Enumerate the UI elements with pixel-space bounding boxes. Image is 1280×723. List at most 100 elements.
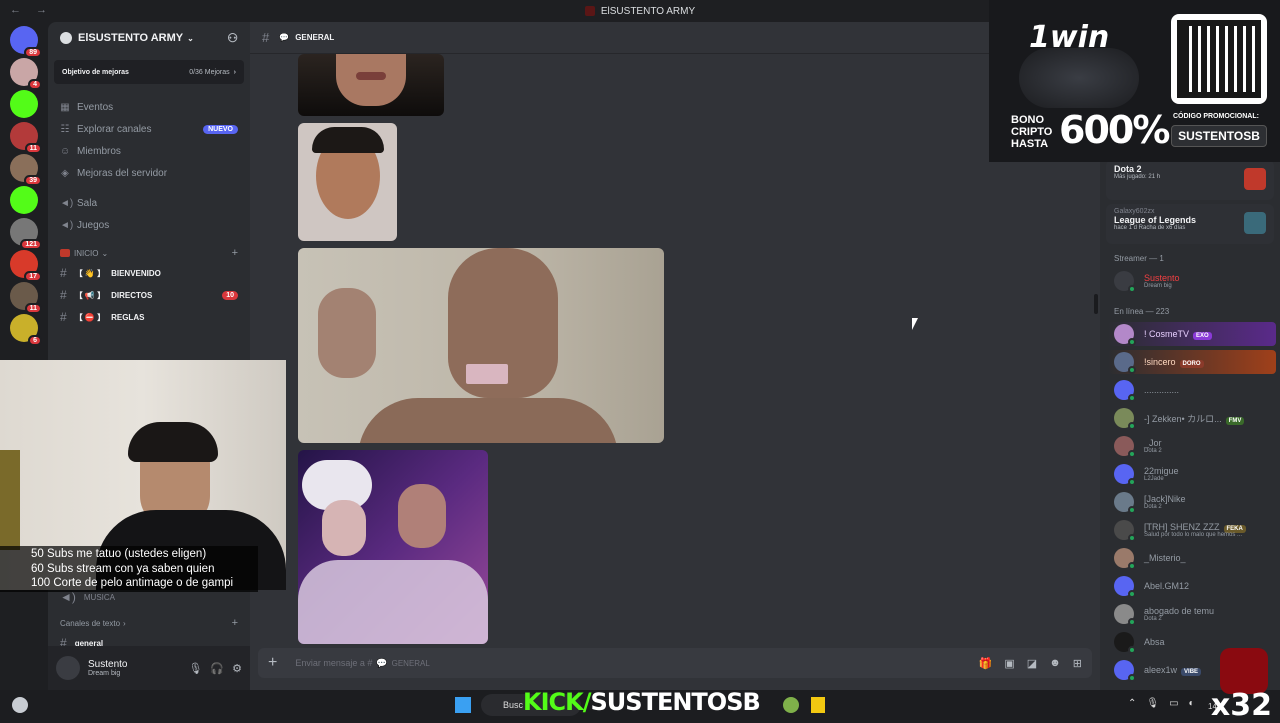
boost-goal-count: 0/36 Mejoras [189,68,230,76]
mouse-cursor [912,318,918,330]
server-icon[interactable]: 89 [10,26,42,58]
headphones-icon[interactable]: 🎧 [210,662,224,675]
boost-goal[interactable]: Objetivo de mejoras 0/36 Mejoras › [54,60,244,84]
app-icon[interactable] [783,697,799,713]
clan-tag: FMV [1225,416,1245,425]
status-dot [1128,562,1136,570]
server-icon[interactable]: 4 [10,58,42,90]
chevron-right-icon: › [233,68,236,76]
sidebar-item-miembros[interactable]: ☺ Miembros [48,140,250,162]
message-composer[interactable]: + Enviar mensaje a # 💬 GENERAL 🎁 ▣ ◪ ☻ ⊞ [258,648,1092,678]
member-row[interactable]: Abel.GM12 [1100,572,1280,600]
channel-label: DIRECTOS [111,290,153,300]
nav-arrows[interactable]: ← → [10,4,53,16]
member-row[interactable]: _Jor Dota 2 [1100,432,1280,460]
speech-bubble-icon: 💬 [279,33,290,42]
member-row[interactable]: [TRH] SHENZ ZZZ FEKA Salud por todo lo mal… [1100,516,1280,544]
voice-channel-sala[interactable]: ◄) Sala [48,192,250,214]
gear-icon[interactable]: ⚙ [232,662,242,675]
chat-area: # 💬 GENERAL + Enviar mensaje a # 💬 GENER… [250,22,1100,690]
member-row[interactable]: .............. [1100,376,1280,404]
channel-bienvenido[interactable]: # 【 👋 】 BIENVENIDO [48,262,250,284]
channel-label: REGLAS [111,312,145,322]
user-panel: Sustento Dream big 🎙 🎧 ⚙ [48,646,250,690]
window-title: ElSUSTENTO ARMY [600,5,696,17]
avatar [1114,632,1136,654]
hash-icon: # [60,288,67,302]
qr-code-icon [1171,14,1267,104]
sticker-icon[interactable]: ◪ [1027,657,1037,670]
member-row[interactable]: 22migue L2Jade [1100,460,1280,488]
voice-channel-juegos[interactable]: ◄) Juegos [48,214,250,236]
status-dot [1128,618,1136,626]
activity-card[interactable]: Dota 2 Más jugado: 21 h [1106,160,1274,200]
server-icon[interactable]: 121 [10,218,42,250]
member-row[interactable]: _Misterio_ [1100,544,1280,572]
channel-directos[interactable]: # 【 📢 】 DIRECTOS 10 [48,284,250,306]
server-icon[interactable]: 11 [10,282,42,314]
server-icon[interactable]: 6 [10,314,42,346]
sub-goal-line: 100 Corte de pelo antimage o de gampi [31,577,234,589]
clan-tag: VIBE [1181,668,1202,676]
chat-scrollbar[interactable] [1094,294,1098,314]
invite-people-icon[interactable]: ⚇ [227,31,238,45]
hash-icon: # [262,30,270,45]
clan-tag: EXO [1193,332,1212,340]
weather-icon[interactable] [12,697,28,713]
message-image[interactable] [298,450,488,644]
create-channel-icon[interactable]: + [232,617,238,629]
speaker-icon: ◄) [60,219,74,231]
server-header[interactable]: ElSUSTENTO ARMY ⌄ ⚇ [48,22,250,54]
sidebar-item-label: Mejoras del servidor [77,167,168,179]
gift-icon[interactable]: 🎁 [979,657,993,670]
server-icon[interactable] [10,186,38,214]
member-name: .............. [1144,385,1180,395]
mention-badge: 10 [222,290,238,300]
message-image[interactable] [298,54,444,116]
channel-reglas[interactable]: # 【 ⛔ 】 REGLAS [48,306,250,328]
channel-label: MUSICA [83,592,115,602]
create-channel-icon[interactable]: + [232,247,238,259]
apps-icon[interactable]: ⊞ [1073,657,1082,670]
channel-emoji: 【 📢 】 [74,290,106,300]
promo-bonus: BONO CRIPTO HASTA [1011,114,1053,150]
member-row[interactable]: [Jack]Nike Dota 2 [1100,488,1280,516]
promo-brand: 1win [1029,20,1110,55]
status-dot [1128,285,1136,293]
member-row[interactable]: -] Zekken• カルロ... FMV [1100,404,1280,432]
category-inicio[interactable]: INICIO ⌄ + [48,244,250,262]
chat-header: # 💬 GENERAL [250,22,1100,54]
server-icon[interactable] [10,90,38,118]
channel-title: GENERAL [295,33,335,42]
category-text-channels[interactable]: Canales de texto › + [48,614,250,632]
message-image[interactable] [298,123,397,241]
sidebar-item-eventos[interactable]: ▦ Eventos [48,96,250,118]
activity-card[interactable]: Galaxy602zx League of Legends hace 1 d Rac… [1106,204,1274,244]
channel-label: Juegos [77,219,110,231]
channel-emoji: 【 ⛔ 】 [74,312,106,322]
chevron-down-icon: ⌄ [187,33,194,43]
sidebar-item-explorar-canales[interactable]: ☷ Explorar canales NUEVO [48,118,250,140]
member-streamer[interactable]: Sustento Dream big [1100,267,1280,295]
member-row[interactable]: abogado de temu Dota 2 [1100,600,1280,628]
system-tray-icons[interactable]: ⌃🎙▭◐ [1128,698,1205,709]
message-image[interactable] [298,248,664,443]
microphone-icon[interactable]: 🎙 [188,662,202,675]
avatar [1114,492,1136,514]
server-icon[interactable]: 11 [10,122,42,154]
sidebar-item-mejoras-del-servidor[interactable]: ◈ Mejoras del servidor [48,162,250,184]
gif-icon[interactable]: ▣ [1004,657,1014,670]
avatar[interactable] [56,656,80,680]
game-art-icon [1244,168,1266,190]
emoji-icon[interactable]: ☻ [1049,657,1061,670]
multiplier-overlay: x32 [1210,688,1272,723]
sticky-notes-icon[interactable] [811,697,825,713]
server-icon[interactable]: 39 [10,154,42,186]
server-icon[interactable]: 17 [10,250,42,282]
status-dot [1128,394,1136,402]
add-attachment-icon[interactable]: + [268,654,277,672]
windows-start-icon[interactable] [455,697,471,713]
member-row[interactable]: !sincero DORO [1100,348,1280,376]
speech-bubble-icon: 💬 [376,657,388,668]
member-row[interactable]: ! CosmeTV EXO [1100,320,1280,348]
